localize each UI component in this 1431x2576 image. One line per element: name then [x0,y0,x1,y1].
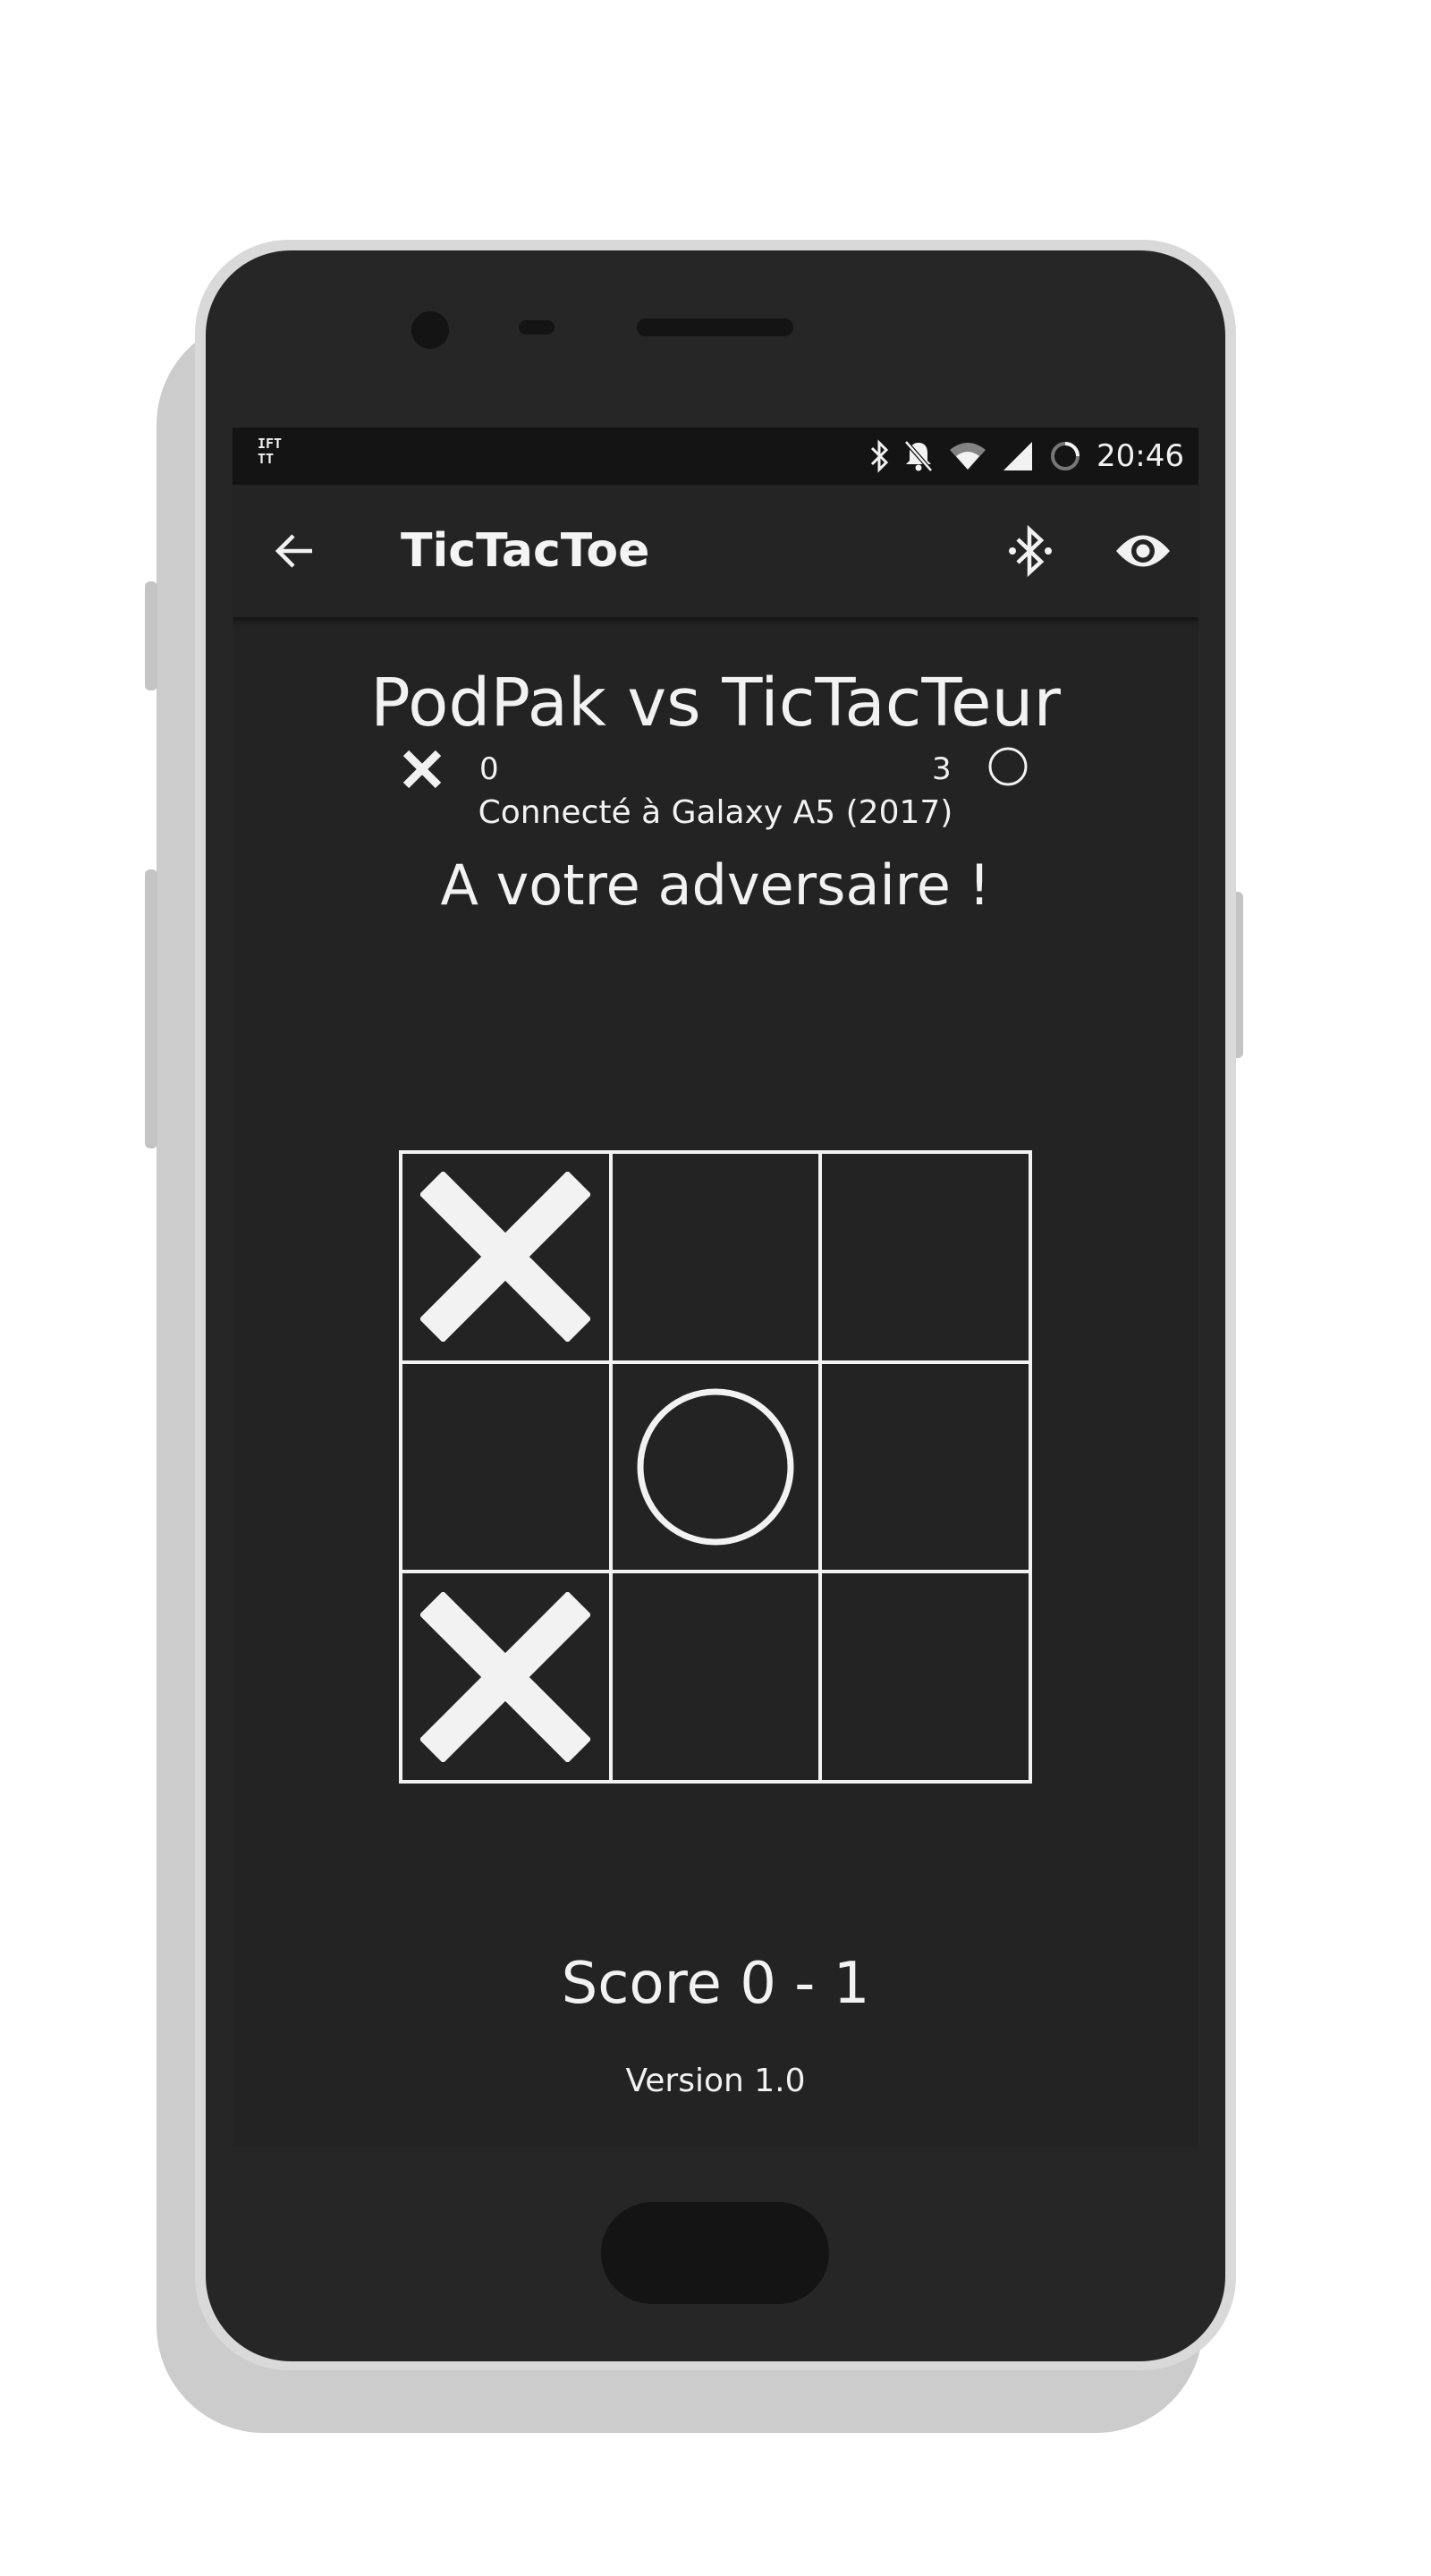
spectate-button[interactable] [1109,519,1177,583]
version-label: Version 1.0 [625,2063,806,2099]
bluetooth-button[interactable] [998,519,1063,583]
board-cell-8[interactable] [610,1572,821,1782]
side-button-left-bottom [145,869,157,1148]
back-button[interactable] [263,519,327,583]
score-label: Score 0 - 1 [561,1951,870,2017]
board-cell-1[interactable] [401,1152,611,1362]
earpiece-speaker [637,318,793,336]
board-cell-2[interactable] [610,1152,821,1362]
home-button[interactable] [601,2202,829,2304]
clock: 20:46 [1097,438,1184,474]
player1-x-icon [402,750,442,789]
proximity-sensor [519,320,555,335]
wifi-icon [950,443,986,470]
bluetooth-status-icon [870,439,889,473]
x-mark-icon [420,1172,591,1343]
battery-charging-icon [1051,442,1080,470]
status-bar: IFT TT 20:46 [233,428,1198,485]
board-cell-5[interactable] [610,1361,821,1572]
side-button-left-top [145,581,157,691]
board-cell-9[interactable] [820,1572,1030,1782]
ifttt-notification-icon: IFT TT [258,436,283,467]
game-board [399,1150,1032,1784]
turn-message: A votre adversaire ! [440,852,991,918]
player2-o-icon [988,747,1028,786]
board-cell-6[interactable] [820,1361,1030,1572]
board-cell-7[interactable] [401,1572,611,1782]
match-title: PodPak vs TicTacTeur [370,665,1061,741]
app-bar: TicTacToe [233,485,1198,617]
player2-score: 3 [932,751,952,787]
cell-signal-icon [1003,442,1033,470]
eye-icon [1116,535,1170,567]
app-screen: IFT TT 20:46 TicTacToe PodPak vs TicTacT… [233,428,1198,2147]
connection-status: Connecté à Galaxy A5 (2017) [478,794,953,831]
arrow-back-icon [275,534,312,568]
player1-score: 0 [479,751,499,787]
front-camera [411,311,449,349]
status-icons: 20:46 [869,428,1184,485]
notifications-off-icon [904,440,933,472]
app-title: TicTacToe [401,524,650,578]
o-mark-icon [637,1388,794,1546]
board-cell-4[interactable] [401,1361,611,1572]
board-cell-3[interactable] [820,1152,1030,1362]
x-mark-icon [420,1591,591,1762]
bluetooth-searching-icon [1009,524,1052,578]
